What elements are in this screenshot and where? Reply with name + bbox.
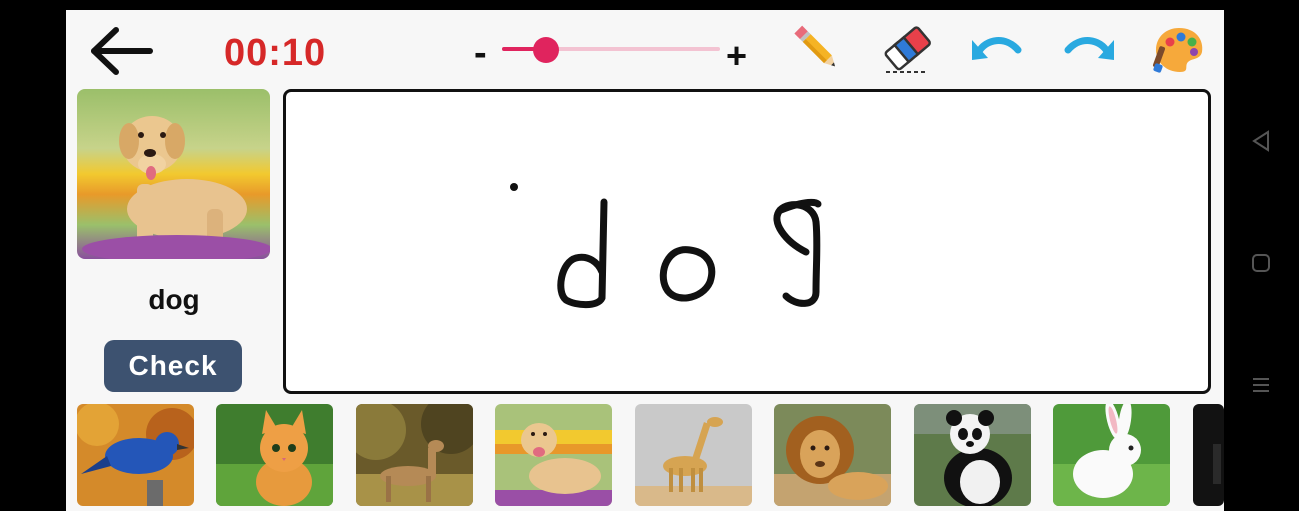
thumbnail-bluebird[interactable]: [77, 404, 194, 506]
color-palette-button[interactable]: [1150, 20, 1208, 78]
eraser-tool-button[interactable]: [878, 20, 936, 78]
giraffe-image: [635, 404, 752, 506]
pencil-tool-button[interactable]: [788, 20, 846, 78]
thumbnail-kitten[interactable]: [216, 404, 333, 506]
panda-image: [914, 404, 1031, 506]
device-screen: 00:10 - + dog Check: [0, 0, 1299, 511]
partial-thumbnail-image: [1193, 404, 1224, 506]
brush-size-increase-button[interactable]: +: [726, 38, 747, 74]
thumbnail-partial[interactable]: [1193, 404, 1224, 506]
android-nav-bar: [1224, 0, 1299, 511]
thumbnail-panda[interactable]: [914, 404, 1031, 506]
undo-button[interactable]: [968, 20, 1026, 78]
triangle-back-icon: [1252, 130, 1269, 152]
nav-home-button[interactable]: [1248, 250, 1274, 276]
slider-thumb[interactable]: [532, 37, 559, 63]
timer-display: 00:10: [224, 32, 327, 74]
animal-thumbnail-strip: [77, 404, 1224, 511]
undo-icon: [972, 37, 1022, 60]
menu-recents-icon: [1253, 378, 1269, 392]
handwriting-strokes: [510, 183, 822, 309]
thumbnail-rabbit[interactable]: [1053, 404, 1170, 506]
palette-icon: [1152, 28, 1203, 73]
bluebird-image: [77, 404, 194, 506]
drawing-app: 00:10 - + dog Check: [66, 10, 1224, 511]
thumbnail-giraffe[interactable]: [635, 404, 752, 506]
back-button[interactable]: [88, 26, 154, 76]
redo-button[interactable]: [1060, 20, 1118, 78]
thumbnail-dog[interactable]: [495, 404, 612, 506]
reference-image: [77, 89, 270, 259]
thumbnail-lion[interactable]: [774, 404, 891, 506]
deer-image: [356, 404, 473, 506]
nav-back-button[interactable]: [1248, 128, 1274, 154]
brush-size-decrease-button[interactable]: -: [474, 34, 487, 72]
nav-recents-button[interactable]: [1248, 372, 1274, 398]
reference-word: dog: [148, 284, 200, 315]
dog-image: [495, 404, 612, 506]
eraser-icon: [884, 26, 931, 73]
rabbit-image: [1053, 404, 1170, 506]
arrow-left-icon: [91, 27, 153, 75]
drawing-canvas[interactable]: [283, 89, 1211, 394]
golden-retriever-image: [77, 89, 270, 259]
thumbnail-deer[interactable]: [356, 404, 473, 506]
square-home-icon: [1252, 254, 1270, 272]
pencil-icon: [794, 25, 836, 67]
check-button[interactable]: Check: [104, 340, 242, 392]
kitten-image: [216, 404, 333, 506]
brush-size-slider[interactable]: [502, 37, 720, 63]
lion-image: [774, 404, 891, 506]
redo-icon: [1064, 37, 1114, 60]
